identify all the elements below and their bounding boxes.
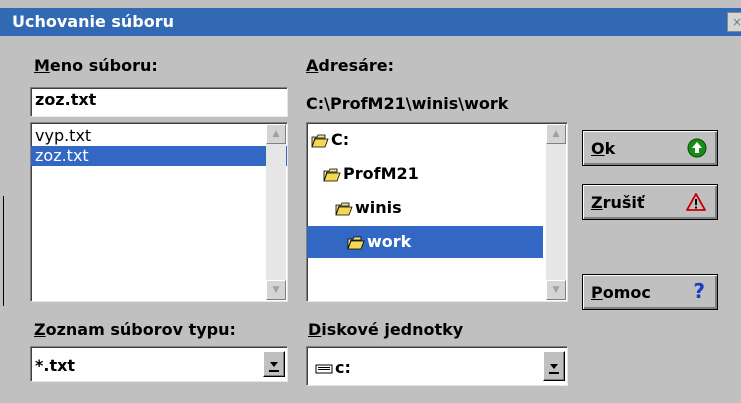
directory-list-scrollbar[interactable]: ▲ ▼ [546, 124, 566, 300]
save-file-dialog: Uchovanie súboru × Meno súboru: zoz.txt … [0, 0, 741, 403]
open-folder-icon [347, 236, 365, 249]
arrow-up-icon: ▲ [552, 129, 560, 139]
file-type-select[interactable]: *.txt [30, 346, 288, 382]
open-folder-icon [323, 168, 341, 181]
directory-item-label: ProfM21 [343, 164, 419, 183]
close-button[interactable]: × [727, 12, 741, 32]
drives-label: Diskové jednotky [308, 320, 464, 339]
arrow-down-icon: ▼ [552, 285, 560, 295]
file-list[interactable]: vyp.txt zoz.txt ▲ ▼ [30, 122, 288, 302]
file-list-items: vyp.txt zoz.txt [31, 126, 287, 166]
scroll-up-button[interactable]: ▲ [546, 124, 566, 144]
directory-item-label: winis [355, 198, 402, 217]
file-list-item[interactable]: zoz.txt [31, 146, 287, 166]
cancel-button[interactable]: Zrušiť [582, 184, 718, 220]
help-button-label: Pomoc [591, 283, 651, 302]
chevron-down-icon [269, 362, 279, 372]
file-list-scrollbar[interactable]: ▲ ▼ [266, 124, 286, 300]
file-type-label: Zoznam súborov typu: [34, 320, 236, 339]
warning-icon [685, 192, 707, 216]
drive-select[interactable]: c: [306, 346, 568, 386]
directory-item[interactable]: work [307, 226, 543, 258]
drive-value-wrap: c: [315, 358, 351, 377]
drive-value: c: [335, 358, 351, 377]
scroll-down-button[interactable]: ▼ [546, 280, 566, 300]
help-question-icon: ? [693, 279, 705, 303]
ok-button-label: Ok [591, 139, 616, 158]
open-folder-icon [335, 202, 353, 215]
directory-item-label: C: [331, 130, 350, 149]
drive-icon [315, 364, 333, 373]
drive-dropdown-button[interactable] [543, 351, 565, 381]
ok-arrow-icon [687, 138, 707, 162]
directory-item[interactable]: C: [307, 124, 543, 156]
directories-label: Adresáre: [306, 56, 395, 75]
filename-input-value: zoz.txt [35, 90, 97, 109]
scroll-down-button[interactable]: ▼ [266, 280, 286, 300]
file-list-item[interactable]: vyp.txt [31, 126, 287, 146]
filename-input[interactable]: zoz.txt [30, 87, 288, 117]
dialog-title: Uchovanie súboru [12, 12, 175, 31]
arrow-up-icon: ▲ [272, 129, 280, 139]
directory-item[interactable]: winis [307, 192, 543, 224]
arrow-down-icon: ▼ [272, 285, 280, 295]
filename-label: Meno súboru: [34, 56, 158, 75]
directory-item[interactable]: ProfM21 [307, 158, 543, 190]
directory-item-label: work [367, 232, 412, 251]
close-icon: × [731, 15, 741, 29]
file-type-dropdown-button[interactable] [263, 351, 285, 377]
directory-list[interactable]: C: ProfM21 winis work ▲ ▼ [306, 122, 568, 302]
file-type-value: *.txt [35, 356, 76, 375]
ok-button[interactable]: Ok [582, 130, 718, 166]
cancel-button-label: Zrušiť [591, 193, 645, 212]
left-edge-line [3, 196, 4, 306]
help-button[interactable]: Pomoc ? [582, 274, 718, 310]
current-path: C:\ProfM21\winis\work [306, 94, 509, 113]
chevron-down-icon [549, 364, 559, 374]
title-bar[interactable]: Uchovanie súboru × [0, 8, 741, 36]
scroll-up-button[interactable]: ▲ [266, 124, 286, 144]
open-folder-icon [311, 134, 329, 147]
